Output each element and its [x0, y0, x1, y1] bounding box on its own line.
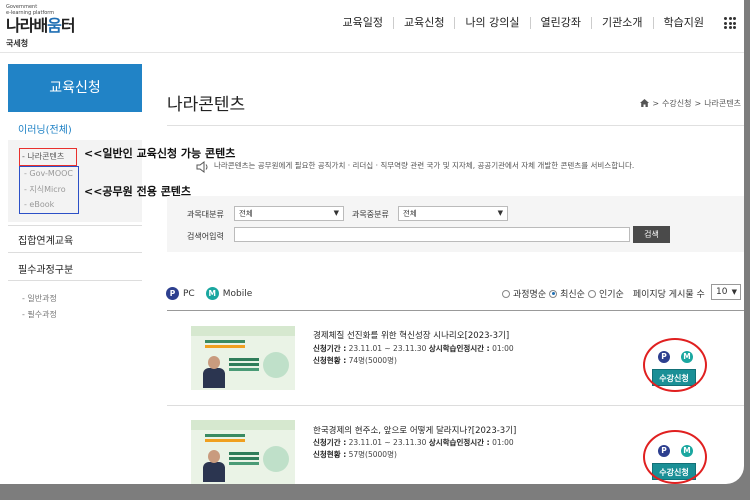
sort-name-radio[interactable]: [502, 289, 510, 298]
platform-legend: P PC M Mobile: [166, 287, 252, 300]
course-title[interactable]: 한국경제의 현주소, 앞으로 어떻게 달라지나?[2023-3기]: [313, 424, 516, 436]
course-info: 신청기간 : 23.11.01 ~ 23.11.30 상시학습인정시간 : 01…: [313, 437, 514, 461]
site-logo[interactable]: Government e-learning platform 나라배움터: [6, 4, 76, 36]
hours-label: 상시학습인정시간 :: [428, 438, 490, 447]
screenshot-frame: Government e-learning platform 나라배움터 국세청…: [0, 0, 750, 500]
mid-category-select[interactable]: 전체 ▼: [398, 206, 508, 221]
status-label: 신청현황 :: [313, 356, 347, 365]
page-title: 나라콘텐츠: [167, 95, 246, 115]
sidebar-item-group-training[interactable]: 집합연계교육: [18, 232, 73, 247]
nav-item-open-courses[interactable]: 열린강좌: [529, 17, 591, 29]
sidebar-divider: [8, 225, 142, 226]
mobile-label: Mobile: [222, 288, 253, 299]
logo-wordmark-a: 나라배: [6, 16, 48, 35]
pc-label: PC: [183, 288, 195, 299]
breadcrumb-item-apply[interactable]: 수강신청: [662, 98, 691, 109]
chevron-down-icon: ▼: [497, 209, 503, 217]
nav-item-support[interactable]: 학습지원: [652, 17, 714, 29]
sidebar-divider: [8, 252, 142, 253]
highlight-circle: [643, 338, 707, 392]
course-thumbnail[interactable]: [191, 326, 295, 390]
nav-item-apply[interactable]: 교육신청: [392, 17, 454, 29]
sort-name-label: 과정명순: [513, 290, 547, 300]
course-info: 신청기간 : 23.11.01 ~ 23.11.30 상시학습인정시간 : 01…: [313, 343, 514, 367]
sidebar-sub-required-course[interactable]: - 필수과정: [22, 309, 57, 320]
status-value: 57명(5000명): [348, 450, 397, 459]
sort-options: 과정명순 최신순 인기순 페이지당 게시물 수: [502, 287, 705, 300]
annotation-general: <<일반인 교육신청 가능 콘텐츠: [84, 147, 236, 160]
course-title[interactable]: 경제체질 선진화를 위한 혁신성장 시나리오[2023-3기]: [313, 329, 509, 341]
global-nav: 교육일정 교육신청 나의 강의실 열린강좌 기관소개 학습지원: [332, 17, 714, 29]
agency-name: 국세청: [6, 39, 29, 48]
search-button[interactable]: 검색: [633, 226, 670, 243]
breadcrumb-separator: >: [652, 99, 660, 108]
sort-popular-radio[interactable]: [587, 289, 596, 298]
sort-latest-label: 최신순: [560, 290, 585, 300]
highlight-box-red: [19, 148, 77, 166]
list-divider: [167, 405, 744, 406]
period-value: 23.11.01 ~ 23.11.30: [348, 438, 427, 447]
all-menu-grid-icon[interactable]: [724, 17, 736, 29]
chevron-down-icon: ▼: [731, 288, 737, 296]
per-page-label: 페이지당 게시물 수: [632, 290, 705, 300]
breadcrumb: > 수강신청 > 나라콘텐츠: [640, 98, 741, 109]
breadcrumb-separator: >: [694, 99, 702, 108]
mobile-badge: M: [205, 287, 219, 300]
intro-text: 나라콘텐츠는 공무원에게 필요한 공직가치 · 리더십 · 직무역량 관련 국가…: [214, 161, 635, 170]
hours-label: 상시학습인정시간 :: [428, 344, 490, 353]
period-label: 신청기간 :: [313, 438, 347, 447]
header-divider: [0, 52, 744, 53]
highlight-box-blue: [19, 166, 79, 214]
breadcrumb-item-current: 나라콘텐츠: [704, 99, 741, 108]
status-label: 신청현황 :: [313, 450, 347, 459]
search-label: 검색어입력: [187, 232, 224, 241]
period-label: 신청기간 :: [313, 344, 347, 353]
major-category-select[interactable]: 전체 ▼: [234, 206, 344, 221]
status-value: 74명(5000명): [348, 356, 397, 365]
logo-wordmark-c: 터: [60, 16, 76, 35]
hours-value: 01:00: [492, 438, 514, 447]
period-value: 23.11.01 ~ 23.11.30: [348, 344, 427, 353]
search-input[interactable]: [234, 227, 630, 242]
hours-value: 01:00: [492, 344, 514, 353]
nav-item-my-classroom[interactable]: 나의 강의실: [454, 17, 529, 29]
list-top-divider: [167, 310, 744, 311]
per-page-select[interactable]: 10 ▼: [711, 284, 741, 300]
speaker-icon: [196, 158, 210, 177]
highlight-circle: [643, 430, 707, 484]
pc-badge: P: [166, 287, 179, 300]
logo-wordmark: 나라배움터: [6, 16, 76, 36]
page: Government e-learning platform 나라배움터 국세청…: [0, 0, 744, 484]
home-icon[interactable]: [640, 98, 650, 109]
sidebar-divider: [8, 280, 142, 281]
sidebar-sub-general-course[interactable]: - 일반과정: [22, 293, 57, 304]
sidebar-item-elearning[interactable]: 이러닝(전체): [18, 121, 72, 136]
sidebar-title: 교육신청: [8, 64, 142, 112]
nav-item-about[interactable]: 기관소개: [591, 17, 652, 29]
mid-category-label: 과목중분류: [352, 210, 389, 219]
sort-popular-label: 인기순: [598, 290, 624, 300]
course-thumbnail[interactable]: [191, 420, 295, 484]
filter-panel: [167, 196, 744, 252]
per-page-value: 10: [716, 287, 728, 297]
title-divider: [167, 125, 744, 126]
sort-latest-radio[interactable]: [549, 289, 558, 298]
logo-wordmark-b: 움: [47, 16, 62, 35]
major-category-label: 과목대분류: [187, 210, 224, 219]
chevron-down-icon: ▼: [333, 209, 339, 217]
nav-item-schedule[interactable]: 교육일정: [332, 17, 392, 29]
sidebar-item-required-course[interactable]: 필수과정구분: [18, 261, 73, 276]
major-category-value: 전체: [239, 209, 253, 218]
mid-category-value: 전체: [403, 209, 417, 218]
